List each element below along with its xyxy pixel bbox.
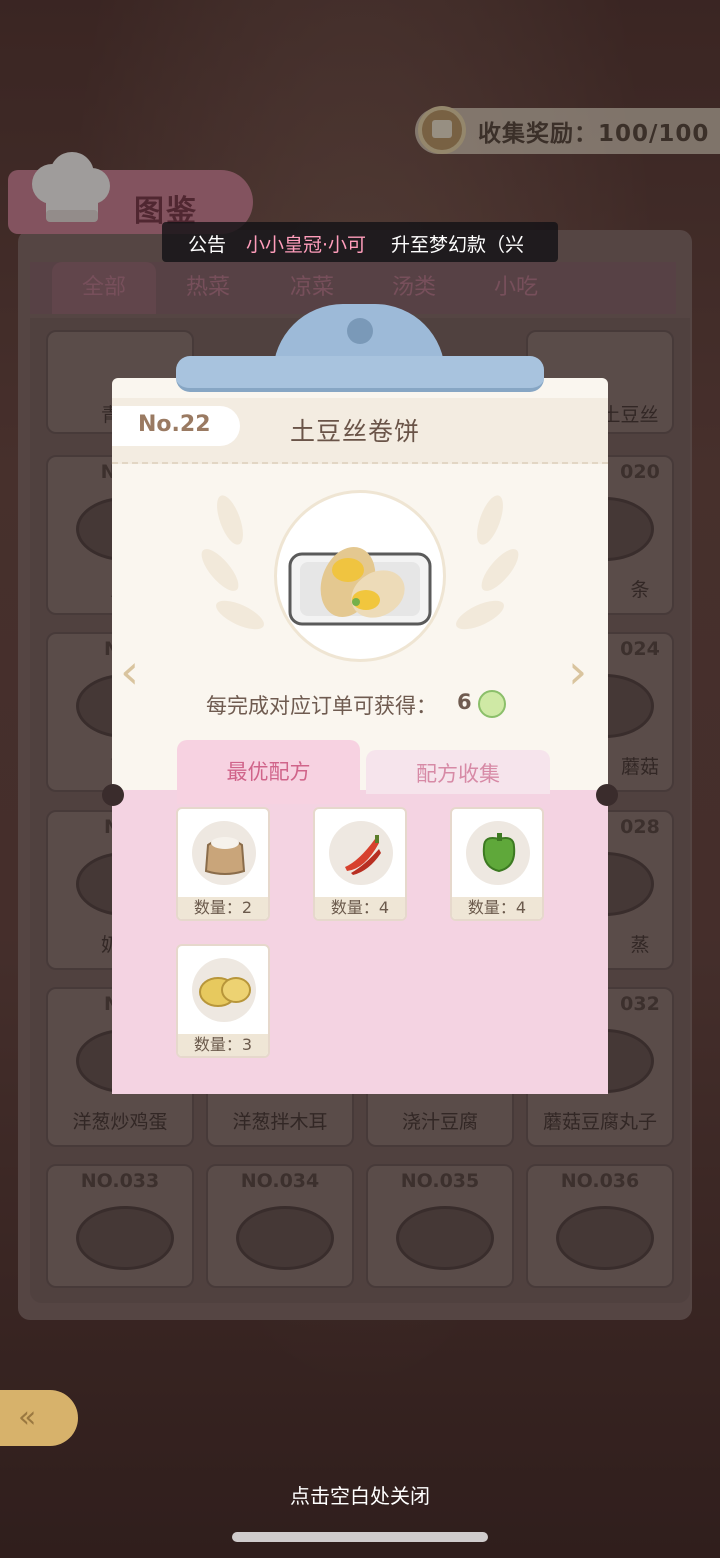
chevron-right-icon[interactable]: › <box>568 644 587 700</box>
ingredient-quantity: 数量：4 <box>452 897 542 919</box>
ticket-notch <box>102 784 124 806</box>
ticket-notch <box>596 784 618 806</box>
recipe-title: 土豆丝卷饼 <box>290 417 421 446</box>
ingredient-card[interactable]: 数量：3 <box>176 944 270 1058</box>
tab-label: 最优配方 <box>226 760 311 784</box>
chevron-left-icon[interactable]: ‹ <box>120 644 139 700</box>
announcement-label: 公告 <box>188 234 227 256</box>
reward-value: 6 <box>457 690 472 714</box>
reward-token-icon <box>478 690 506 718</box>
ingredient-quantity: 数量：3 <box>178 1034 268 1056</box>
announcement-text: 升至梦幻款（兴 <box>391 234 525 256</box>
clipboard-bar <box>176 356 544 392</box>
close-hint: 点击空白处关闭 <box>290 1484 430 1508</box>
announcement-highlight: 小小皇冠·小可 <box>246 234 367 256</box>
potato-icon <box>199 977 251 1007</box>
back-arrow-icon: « <box>18 1400 37 1435</box>
recipe-number: No.22 <box>138 412 211 437</box>
green-pepper-icon <box>482 833 516 873</box>
potato-wrap-dish-icon <box>288 547 432 626</box>
chili-pepper-icon <box>345 835 381 875</box>
reward-label: 每完成对应订单可获得： <box>206 694 437 718</box>
ingredient-quantity: 数量：4 <box>315 897 405 919</box>
tab-label: 配方收集 <box>416 762 500 786</box>
tab-best-recipe[interactable]: 最优配方 <box>177 740 360 804</box>
home-indicator[interactable] <box>232 1532 488 1542</box>
tab-recipe-collection[interactable]: 配方收集 <box>366 750 550 794</box>
ingredient-card[interactable]: 数量：4 <box>313 807 407 921</box>
ingredient-card[interactable]: 数量：2 <box>176 807 270 921</box>
clipboard-hole <box>347 318 373 344</box>
flour-sack-icon <box>204 837 246 875</box>
ingredient-quantity: 数量：2 <box>178 897 268 919</box>
back-button[interactable]: « <box>0 1390 78 1446</box>
ingredient-card[interactable]: 数量：4 <box>450 807 544 921</box>
